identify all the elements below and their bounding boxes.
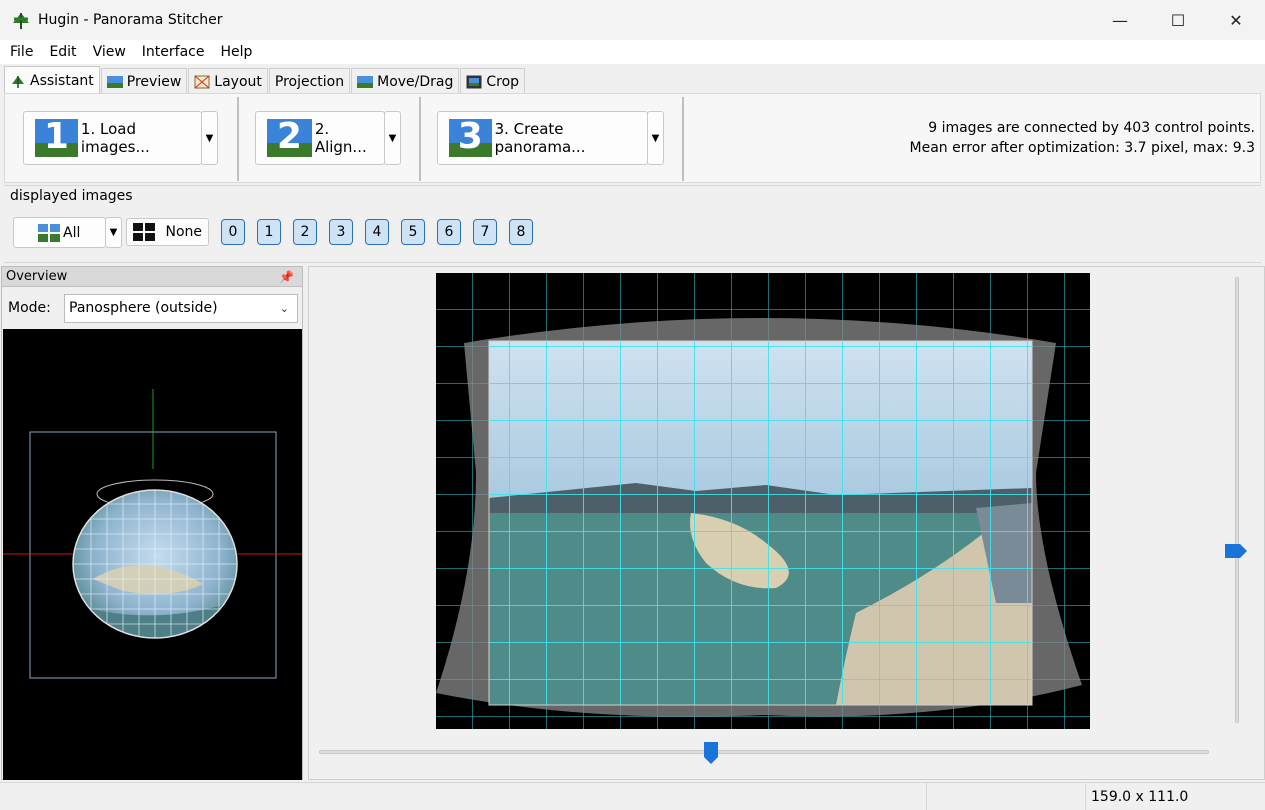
show-none-button[interactable]: None	[126, 218, 209, 246]
image-toggle-4[interactable]: 4	[365, 219, 389, 245]
tab-projection[interactable]: Projection	[268, 68, 351, 94]
align-button[interactable]: 2 2. Align...	[255, 111, 385, 165]
pin-icon[interactable]: 📌	[279, 268, 294, 287]
optimization-status: 9 images are connected by 403 control po…	[910, 118, 1255, 158]
tab-crop[interactable]: Crop	[460, 68, 526, 94]
tab-layout[interactable]: Layout	[188, 68, 268, 94]
mode-value: Panosphere (outside)	[69, 300, 218, 316]
layout-grid-icon	[194, 75, 210, 88]
step-1-icon: 1	[35, 119, 78, 157]
tab-label: Move/Drag	[377, 73, 454, 90]
panosphere-render	[3, 389, 302, 679]
show-all-label: All	[63, 224, 81, 241]
panorama-size-readout: 159.0 x 111.0	[1091, 789, 1189, 805]
step-2-icon: 2	[267, 119, 312, 157]
move-landscape-icon	[357, 75, 374, 88]
vertical-slider-thumb[interactable]	[1224, 543, 1248, 559]
panosphere-view[interactable]	[3, 329, 302, 780]
tab-bar: Assistant Preview Layout Projection Move…	[0, 66, 1265, 94]
mode-select[interactable]: Panosphere (outside) ⌄	[64, 294, 298, 323]
tab-assistant[interactable]: Assistant	[4, 66, 100, 94]
displayed-images-title: displayed images	[10, 188, 133, 204]
image-toggle-5[interactable]: 5	[401, 219, 425, 245]
create-panorama-button[interactable]: 3 3. Create panorama...	[437, 111, 648, 165]
status-bar: 159.0 x 111.0	[0, 782, 1265, 810]
landscape-icon	[106, 75, 123, 88]
minimize-button[interactable]: —	[1091, 0, 1149, 40]
mode-label: Mode:	[8, 300, 51, 316]
create-panorama-label: 3. Create panorama...	[494, 120, 586, 156]
align-label: 2. Align...	[314, 120, 367, 156]
overview-title: Overview	[6, 269, 68, 284]
tab-label: Layout	[214, 73, 262, 90]
image-toggle-7[interactable]: 7	[473, 219, 497, 245]
all-images-icon	[38, 224, 60, 242]
tab-label: Assistant	[30, 72, 94, 89]
close-icon: ✕	[1229, 10, 1243, 30]
panorama-render	[436, 273, 1090, 729]
show-all-dropdown[interactable]: ▼	[105, 217, 122, 248]
show-none-label: None	[165, 224, 202, 240]
load-images-dropdown[interactable]: ▼	[201, 111, 218, 165]
status-line-control-points: 9 images are connected by 403 control po…	[928, 120, 1255, 136]
image-toggle-0[interactable]: 0	[221, 219, 245, 245]
horizontal-fov-slider[interactable]	[319, 742, 1209, 764]
step-3-icon: 3	[449, 119, 492, 157]
menu-view[interactable]: View	[85, 44, 134, 60]
menu-file[interactable]: File	[2, 44, 41, 60]
tab-move-drag[interactable]: Move/Drag	[351, 68, 460, 94]
no-images-icon	[133, 223, 155, 241]
crop-frame-icon	[466, 75, 482, 88]
overview-panel: Overview 📌 Mode: Panosphere (outside) ⌄	[1, 266, 303, 780]
tab-label: Preview	[126, 73, 182, 90]
hugin-logo-icon	[12, 75, 24, 88]
chevron-down-icon: ▼	[109, 227, 118, 238]
vertical-fov-slider[interactable]	[1225, 277, 1247, 723]
image-toggle-6[interactable]: 6	[437, 219, 461, 245]
align-dropdown[interactable]: ▼	[384, 111, 401, 165]
tab-label: Crop	[486, 73, 520, 90]
hugin-logo-icon	[13, 13, 29, 29]
status-line-mean-error: Mean error after optimization: 3.7 pixel…	[909, 140, 1255, 156]
image-toggle-1[interactable]: 1	[257, 219, 281, 245]
menu-edit[interactable]: Edit	[41, 44, 84, 60]
maximize-button[interactable]: ☐	[1149, 0, 1207, 40]
menu-help[interactable]: Help	[212, 44, 260, 60]
maximize-icon: ☐	[1170, 10, 1186, 30]
assistant-panel: 1 1. Load images... ▼ 2 2. Align... ▼ 3 …	[4, 93, 1261, 183]
minimize-icon: —	[1112, 10, 1128, 30]
image-toggle-8[interactable]: 8	[509, 219, 533, 245]
chevron-down-icon: ▼	[651, 132, 660, 144]
close-button[interactable]: ✕	[1207, 0, 1265, 40]
show-all-button[interactable]: All	[13, 217, 106, 248]
chevron-down-icon: ⌄	[279, 302, 289, 315]
image-toggle-3[interactable]: 3	[329, 219, 353, 245]
chevron-down-icon: ▼	[205, 132, 214, 144]
create-panorama-dropdown[interactable]: ▼	[647, 111, 664, 165]
fast-preview-area	[308, 266, 1265, 780]
load-images-button[interactable]: 1 1. Load images...	[23, 111, 202, 165]
tab-preview[interactable]: Preview	[100, 68, 188, 94]
overview-header: Overview 📌	[2, 267, 302, 287]
window-title: Hugin - Panorama Stitcher	[38, 12, 223, 28]
chevron-down-icon: ▼	[388, 132, 397, 144]
image-toggle-2[interactable]: 2	[293, 219, 317, 245]
horizontal-slider-thumb[interactable]	[703, 741, 719, 765]
menu-bar: File Edit View Interface Help	[0, 40, 1265, 64]
load-images-label: 1. Load images...	[80, 120, 150, 156]
panorama-preview[interactable]	[436, 273, 1090, 729]
tab-label: Projection	[274, 73, 345, 90]
menu-interface[interactable]: Interface	[134, 44, 213, 60]
title-bar: Hugin - Panorama Stitcher — ☐ ✕	[0, 0, 1265, 40]
